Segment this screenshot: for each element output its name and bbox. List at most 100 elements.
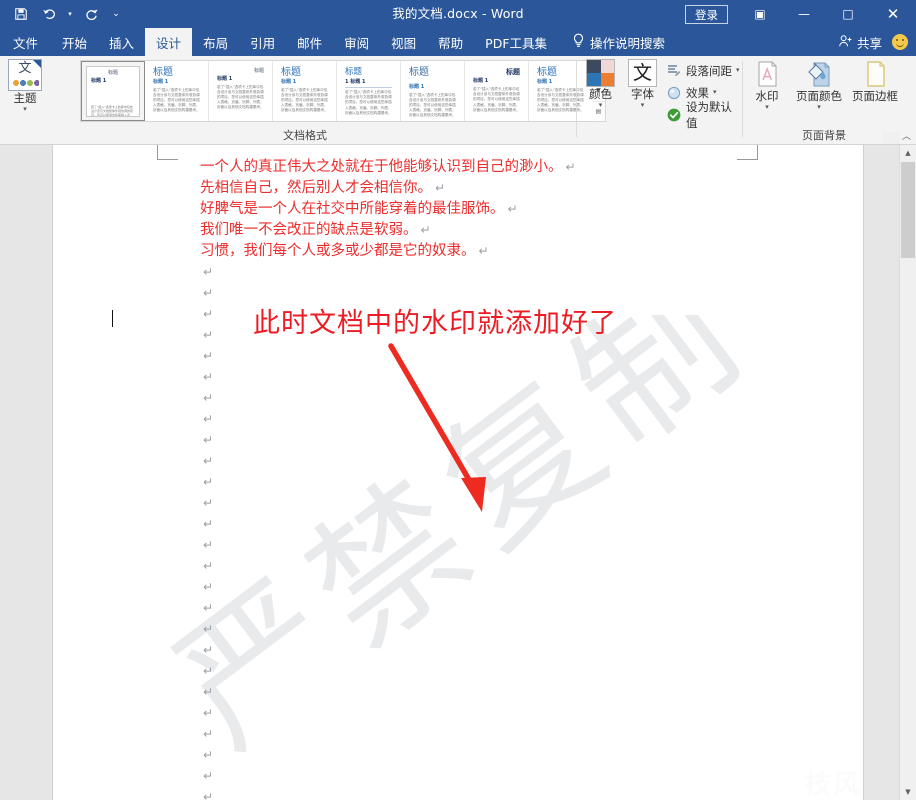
style-thumb[interactable]: 标题 标题 1 若了"插入"选项卡上的库中包含设计该与文档整体外观协调的项目。您…: [273, 61, 337, 121]
tab-design[interactable]: 设计: [145, 28, 193, 56]
ribbon: 文 主题 ▾ 标题 标题 1 若了"插入"选项卡上的库中包含设计该与文档整体外观…: [0, 56, 916, 145]
style-body: 若了"插入"选项卡上的库中包含设计该与文档整体外观协调的项目。您可以使用这些库插…: [345, 90, 392, 115]
tab-file[interactable]: 文件: [0, 28, 51, 56]
empty-paragraph: ↵: [200, 535, 720, 556]
tab-mailings[interactable]: 邮件: [286, 28, 333, 56]
themes-button[interactable]: 文 主题 ▾: [5, 59, 45, 113]
vertical-scrollbar[interactable]: ▲ ▼: [899, 145, 916, 800]
tab-layout[interactable]: 布局: [192, 28, 239, 56]
pilcrow-icon: ↵: [203, 622, 214, 636]
pilcrow-icon: ↵: [478, 244, 489, 258]
minimize-button[interactable]: —: [782, 0, 826, 28]
paragraph-spacing-button[interactable]: 段落间距 ▾: [666, 61, 740, 80]
page-color-button[interactable]: 页面颜色 ▾: [796, 59, 842, 111]
word-window: ▾ ⌄ 我的文档.docx - Word 登录 ▣ — □ ✕ 文件 开始 插入…: [0, 0, 916, 800]
ribbon-display-options-icon[interactable]: ▣: [738, 0, 782, 28]
style-thumb[interactable]: 标题 标题 1 若了"插入"选项卡上的库中包含设计该与文档整体外观协调的项目。您…: [465, 61, 529, 121]
page-color-dropdown-icon[interactable]: ▾: [817, 104, 821, 111]
style-thumb[interactable]: 标题 标题 1 若了"插入"选项卡上的库中包含设计该与文档整体外观协调的项目。您…: [145, 61, 209, 121]
fonts-icon: 文: [628, 59, 657, 87]
text-cursor: [112, 310, 113, 327]
colors-button[interactable]: 颜色 ▾: [586, 59, 615, 109]
paragraph: 我们唯一不会改正的缺点是软弱。 ↵: [200, 220, 720, 241]
fonts-dropdown-icon[interactable]: ▾: [641, 102, 645, 109]
split-handle[interactable]: [882, 132, 899, 144]
document-page[interactable]: 严禁复制 一个人的真正伟大之处就在于他能够认识到自己的渺小。 ↵ 先相信自己，然后…: [52, 145, 864, 800]
empty-paragraph: ↵: [200, 703, 720, 724]
pilcrow-icon: ↵: [420, 223, 431, 237]
style-thumb[interactable]: 标题 标题 1 若了"插入"选项卡上的库中包含设计该与文档整体外观协调的项目。您…: [81, 61, 145, 121]
ribbon-group-document-formatting: 标题 标题 1 若了"插入"选项卡上的库中包含设计该与文档整体外观协调的项目。您…: [40, 56, 606, 144]
style-heading: 标题 1: [217, 76, 233, 82]
pilcrow-icon: ↵: [203, 349, 214, 363]
sign-in-button[interactable]: 登录: [685, 4, 728, 24]
paragraph-text: 我们唯一不会改正的缺点是软弱。: [200, 222, 418, 238]
colors-dropdown-icon[interactable]: ▾: [599, 102, 603, 109]
pilcrow-icon: ↵: [203, 643, 214, 657]
empty-paragraph: ↵: [200, 346, 720, 367]
pilcrow-icon: ↵: [203, 328, 214, 342]
style-body: 若了"插入"选项卡上的库中包含设计该与文档整体外观协调的项目。您可以使用这些库插…: [281, 87, 328, 113]
themes-label: 主题: [13, 91, 37, 105]
pilcrow-icon: ↵: [203, 685, 214, 699]
page-borders-button[interactable]: 页面边框: [852, 59, 898, 103]
empty-paragraph: ↵: [200, 724, 720, 745]
style-body: 若了"插入"选项卡上的库中包含设计该与文档整体外观协调的项目。您可以使用这些库插…: [473, 86, 520, 112]
scroll-down-icon[interactable]: ▼: [900, 784, 916, 800]
tab-home[interactable]: 开始: [51, 28, 98, 56]
style-thumb[interactable]: 标题 标题 1 若了"插入"选项卡上的库中包含设计该与文档整体外观协调的项目。您…: [209, 61, 273, 121]
group-label-page-background: 页面背景: [802, 129, 846, 142]
share-button[interactable]: 共享: [838, 28, 882, 56]
scroll-up-icon[interactable]: ▲: [900, 145, 916, 161]
style-thumb[interactable]: 标题 标题 1 若了"插入"选项卡上的库中包含设计该与文档整体外观协调的项目。您…: [401, 61, 465, 121]
paragraph: 习惯，我们每个人或多或少都是它的奴隶。 ↵: [200, 241, 720, 262]
style-set-gallery[interactable]: 标题 标题 1 若了"插入"选项卡上的库中包含设计该与文档整体外观协调的项目。您…: [80, 60, 604, 122]
tab-insert[interactable]: 插入: [98, 28, 145, 56]
empty-paragraph: ↵: [200, 787, 720, 800]
style-title: 标题: [281, 67, 301, 78]
tab-review[interactable]: 审阅: [333, 28, 380, 56]
style-heading: 标题 1: [91, 78, 107, 84]
tab-help[interactable]: 帮助: [427, 28, 474, 56]
pilcrow-icon: ↵: [203, 391, 214, 405]
watermark-dropdown-icon[interactable]: ▾: [765, 104, 769, 111]
pilcrow-icon: ↵: [565, 160, 576, 174]
empty-paragraph: ↵: [200, 409, 720, 430]
empty-paragraph: ↵: [200, 514, 720, 535]
paragraph-text: 先相信自己，然后别人才会相信你。: [200, 180, 432, 196]
style-title: 标题: [409, 67, 429, 78]
empty-paragraph: ↵: [200, 451, 720, 472]
scroll-thumb[interactable]: [901, 162, 915, 258]
pilcrow-icon: ↵: [203, 559, 214, 573]
empty-paragraph: ↵: [200, 283, 720, 304]
feedback-smiley-icon[interactable]: [892, 34, 908, 50]
pilcrow-icon: ↵: [203, 601, 214, 615]
tab-view[interactable]: 视图: [380, 28, 427, 56]
close-button[interactable]: ✕: [870, 0, 916, 28]
tab-pdf-tools[interactable]: PDF工具集: [474, 28, 558, 56]
themes-dropdown-icon[interactable]: ▾: [23, 105, 27, 113]
style-thumb[interactable]: 标题 1 标题 1 若了"插入"选项卡上的库中包含设计该与文档整体外观协调的项目…: [337, 61, 401, 121]
empty-paragraph: ↵: [200, 556, 720, 577]
fonts-button[interactable]: 文 字体 ▾: [628, 59, 657, 109]
set-as-default-button[interactable]: 设为默认值: [666, 100, 740, 130]
pilcrow-icon: ↵: [203, 496, 214, 510]
document-body[interactable]: 一个人的真正伟大之处就在于他能够认识到自己的渺小。 ↵ 先相信自己，然后别人才会相…: [200, 157, 720, 800]
person-add-icon: [838, 34, 853, 51]
style-heading: 1 标题 1: [345, 78, 366, 85]
theme-icon: 文: [8, 59, 42, 91]
effects-dropdown-icon[interactable]: ▾: [713, 89, 717, 96]
set-as-default-label: 设为默认值: [686, 99, 732, 130]
page-borders-icon: [860, 59, 890, 89]
watermark-button[interactable]: 水印 ▾: [752, 59, 782, 111]
paragraph-spacing-dropdown-icon[interactable]: ▾: [736, 67, 740, 74]
style-title: 标题: [107, 70, 118, 76]
pilcrow-icon: ↵: [435, 181, 446, 195]
tell-me-search[interactable]: 操作说明搜索: [558, 28, 675, 56]
maximize-button[interactable]: □: [826, 0, 870, 28]
pilcrow-icon: ↵: [203, 412, 214, 426]
tab-references[interactable]: 引用: [239, 28, 286, 56]
collapse-ribbon-icon[interactable]: ︿: [902, 129, 911, 142]
title-bar: ▾ ⌄ 我的文档.docx - Word 登录 ▣ — □ ✕: [0, 0, 916, 28]
paragraph: 一个人的真正伟大之处就在于他能够认识到自己的渺小。 ↵: [200, 157, 720, 178]
